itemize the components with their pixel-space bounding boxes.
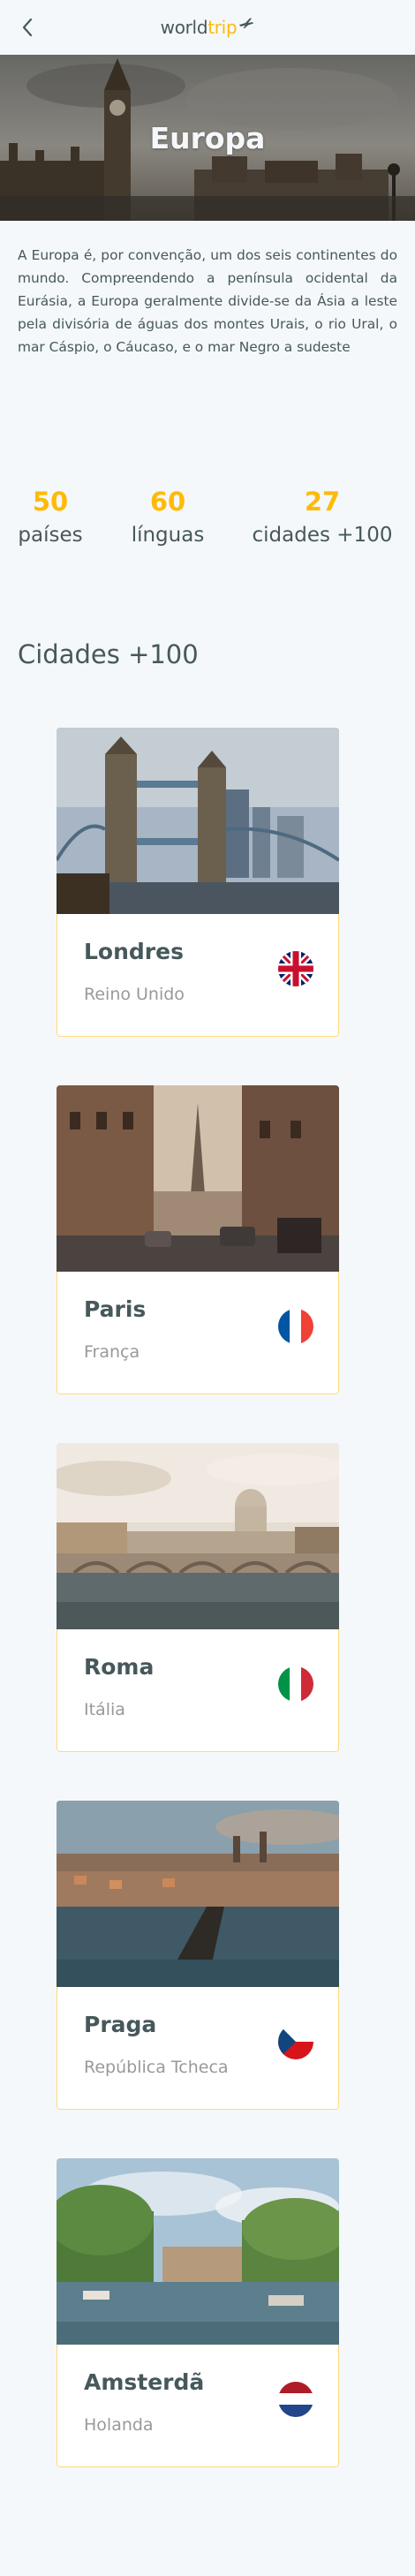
country-name: Reino Unido [84, 985, 185, 1004]
city-photo [57, 1085, 339, 1272]
country-name: Holanda [84, 2415, 154, 2435]
city-name: Amsterdã [84, 2369, 205, 2395]
city-photo [57, 1801, 339, 1987]
uk-flag-icon [278, 951, 313, 986]
country-name: República Tcheca [84, 2058, 229, 2077]
italy-flag-icon [278, 1666, 313, 1702]
netherlands-flag-icon [278, 2382, 313, 2417]
france-flag-icon [278, 1309, 313, 1344]
city-card-info: Amsterdã Holanda [57, 2345, 339, 2467]
city-card-info: Paris França [57, 1272, 339, 1394]
city-photo [57, 1443, 339, 1629]
city-card-london[interactable]: Londres Reino Unido [57, 728, 339, 1037]
back-button[interactable] [16, 16, 39, 39]
stat-label: países [18, 524, 83, 547]
city-name: Londres [84, 939, 184, 964]
logo-text-trip: trip [208, 17, 238, 38]
city-photo [57, 2158, 339, 2345]
city-card-prague[interactable]: Praga República Tcheca [57, 1801, 339, 2110]
country-name: França [84, 1342, 140, 1362]
city-photo [57, 728, 339, 914]
header: world trip [0, 0, 415, 55]
stats-row: 50 países 60 línguas 27 cidades +100 [18, 484, 397, 555]
city-card-amsterdam[interactable]: Amsterdã Holanda [57, 2158, 339, 2467]
city-name: Paris [84, 1296, 147, 1322]
continent-banner: Europa [0, 55, 415, 221]
continent-description: A Europa é, por convenção, um dos seis c… [18, 247, 397, 355]
city-name: Roma [84, 1654, 155, 1680]
city-name: Praga [84, 2012, 157, 2037]
city-card-info: Roma Itália [57, 1629, 339, 1752]
czech-flag-icon [278, 2024, 313, 2059]
chevron-left-icon [22, 18, 33, 37]
stat-cities: 27 cidades +100 [244, 484, 401, 551]
stat-languages: 60 línguas [127, 484, 208, 551]
stat-label: línguas [131, 524, 205, 547]
country-name: Itália [84, 1700, 125, 1719]
stat-label: cidades +100 [252, 524, 393, 547]
stat-countries: 50 países [18, 484, 83, 551]
airplane-icon [239, 18, 254, 28]
city-card-info: Londres Reino Unido [57, 914, 339, 1037]
continent-title: Europa [149, 120, 266, 155]
city-card-info: Praga República Tcheca [57, 1987, 339, 2110]
logo[interactable]: world trip [161, 17, 255, 38]
stat-value: 50 [32, 487, 69, 517]
section-title: Cidades +100 [18, 639, 199, 669]
city-card-paris[interactable]: Paris França [57, 1085, 339, 1394]
city-card-rome[interactable]: Roma Itália [57, 1443, 339, 1752]
stat-value: 27 [304, 487, 341, 517]
stat-value: 60 [149, 487, 186, 517]
logo-text-world: world [160, 17, 208, 38]
